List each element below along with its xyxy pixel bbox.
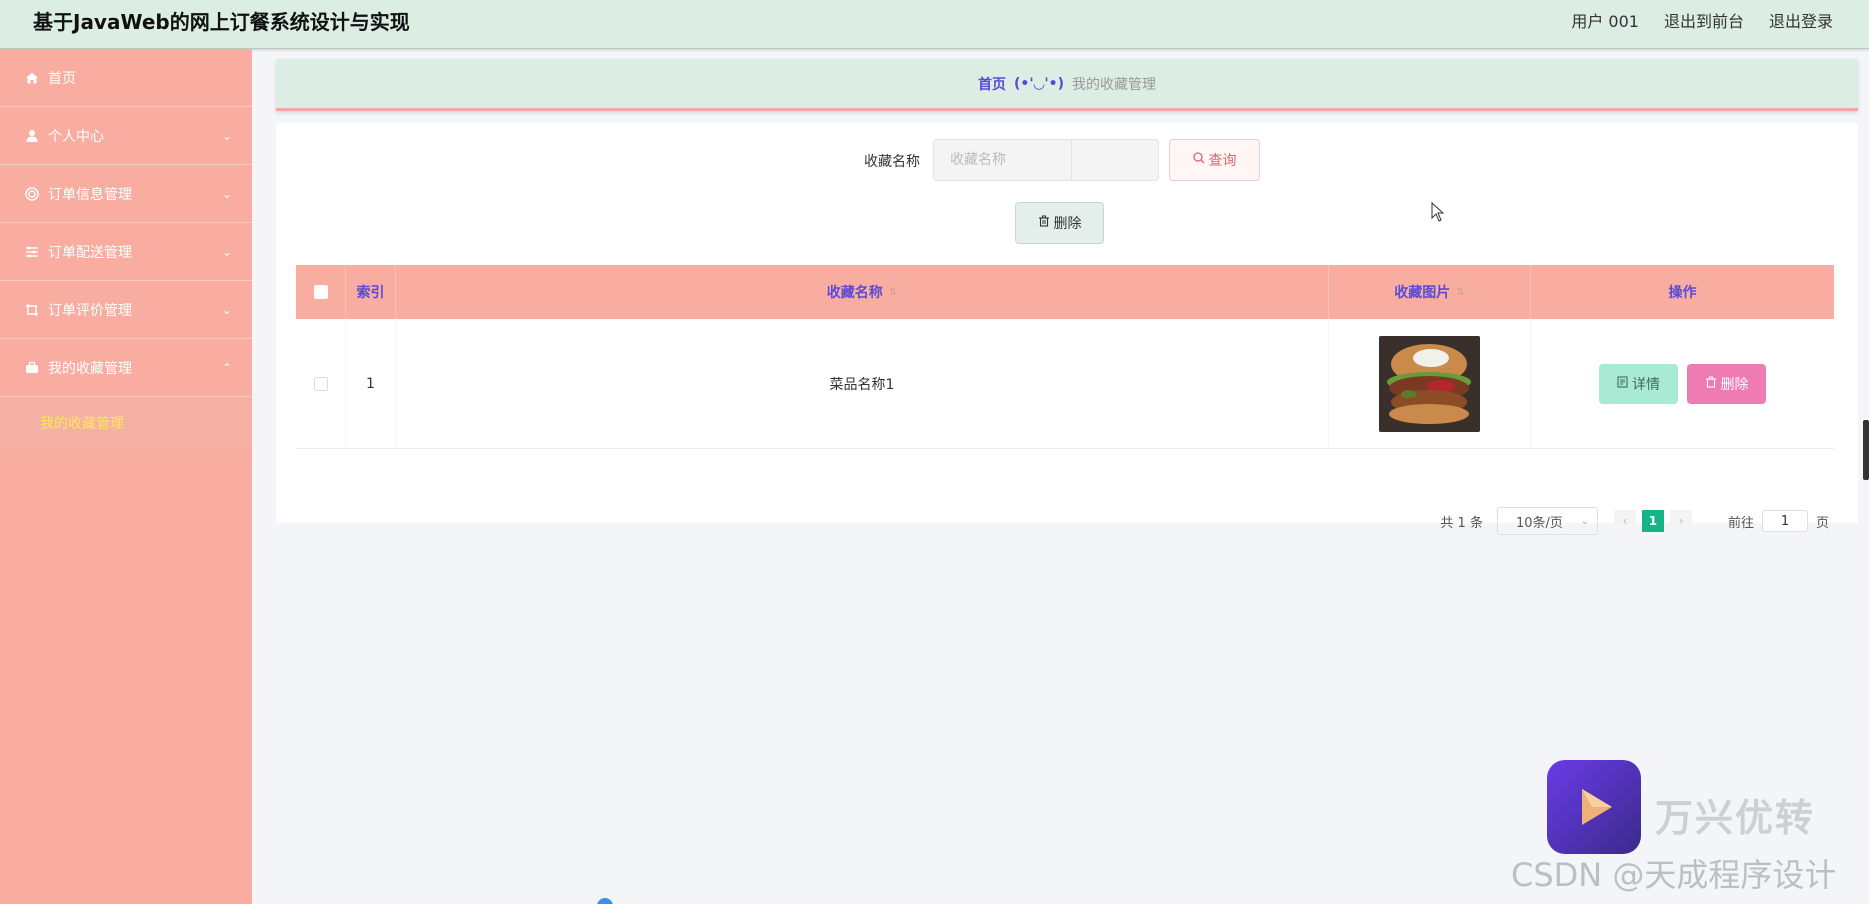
row-select-cell — [296, 319, 346, 448]
row-delete-button[interactable]: 删除 — [1687, 363, 1766, 404]
watermark-csdn: CSDN @天成程序设计 — [1511, 856, 1837, 894]
submenu-item-my-favorites[interactable]: 我的收藏管理 — [0, 397, 252, 449]
sidebar-item-label: 订单信息管理 — [48, 186, 132, 203]
sidebar-item-order-delivery[interactable]: 订单配送管理 ⌄ — [0, 223, 252, 281]
header-image[interactable]: 收藏图片 ⇅ — [1329, 265, 1531, 319]
sidebar-item-order-review[interactable]: 订单评价管理 ⌄ — [0, 281, 252, 339]
header-actions: 用户 001 退出到前台 退出登录 — [1571, 8, 1833, 32]
next-page-button[interactable]: › — [1669, 510, 1692, 532]
trash-icon — [1038, 215, 1050, 231]
sliders-icon — [24, 244, 40, 260]
chevron-down-icon: ⌄ — [221, 128, 232, 143]
trash-icon — [1705, 376, 1717, 392]
detail-button-label: 详情 — [1632, 376, 1660, 393]
sidebar-item-personal-center[interactable]: 个人中心 ⌄ — [0, 107, 252, 165]
content-panel: 收藏名称 查询 删除 索引 收藏名称 ⇅ 收藏图片 ⇅ 操作 — [276, 123, 1858, 523]
mouse-cursor-icon — [1431, 201, 1445, 226]
app-title: 基于JavaWeb的网上订餐系统设计与实现 — [33, 10, 410, 34]
header-index: 索引 — [346, 265, 396, 319]
chevron-down-icon: ⌄ — [221, 186, 232, 201]
header-name[interactable]: 收藏名称 ⇅ — [396, 265, 1329, 319]
home-icon — [24, 70, 40, 86]
row-delete-label: 删除 — [1720, 376, 1749, 393]
chevron-down-icon: ⌄ — [221, 302, 232, 317]
row-checkbox[interactable] — [313, 376, 328, 391]
crop-icon — [24, 302, 40, 318]
breadcrumb: 首页 (•'◡'•) 我的收藏管理 — [276, 59, 1858, 111]
sidebar: 首页 个人中心 ⌄ 订单信息管理 ⌄ 订单配送管理 ⌄ 订单评价管理 ⌄ 我的收… — [0, 49, 252, 904]
header-image-label: 收藏图片 — [1394, 285, 1451, 301]
row-image-cell — [1329, 319, 1531, 448]
row-index: 1 — [346, 319, 396, 448]
page-size-value: 10条/页 — [1515, 515, 1563, 531]
briefcase-icon — [24, 360, 40, 376]
sidebar-item-home[interactable]: 首页 — [0, 49, 252, 107]
top-header: 基于JavaWeb的网上订餐系统设计与实现 用户 001 退出到前台 退出登录 — [0, 0, 1869, 49]
pagination-total: 共 1 条 — [1440, 515, 1483, 531]
pagination: 共 1 条 10条/页 ⌄ ‹ 1 › 前往 页 — [1440, 507, 1829, 535]
burger-image — [1379, 335, 1480, 432]
breadcrumb-current: 我的收藏管理 — [1072, 76, 1157, 93]
user-icon — [24, 128, 40, 144]
logout-link[interactable]: 退出登录 — [1769, 8, 1833, 32]
chevron-down-icon: ⌄ — [221, 244, 232, 259]
table-header: 索引 收藏名称 ⇅ 收藏图片 ⇅ 操作 — [296, 265, 1834, 319]
detail-button[interactable]: 详情 — [1599, 363, 1678, 404]
watermark-brand: 万兴优转 — [1655, 796, 1816, 840]
sidebar-item-label: 我的收藏管理 — [48, 360, 132, 377]
goto-page-input[interactable] — [1761, 510, 1808, 532]
header-ops: 操作 — [1668, 285, 1697, 301]
search-bar: 收藏名称 查询 — [276, 139, 1858, 183]
chevron-up-icon: ⌃ — [221, 360, 232, 375]
sidebar-item-label: 订单配送管理 — [48, 244, 132, 261]
search-icon — [1192, 152, 1205, 168]
sort-icon[interactable]: ⇅ — [889, 287, 897, 298]
current-user: 用户 001 — [1571, 12, 1639, 31]
search-input[interactable] — [933, 139, 1159, 181]
favorites-table: 索引 收藏名称 ⇅ 收藏图片 ⇅ 操作 1 菜品名称1 详情 删除 — [296, 265, 1834, 449]
row-actions: 详情 删除 — [1531, 319, 1834, 448]
order-icon — [24, 186, 40, 202]
sort-icon[interactable]: ⇅ — [1456, 287, 1464, 298]
search-label: 收藏名称 — [864, 154, 920, 170]
sidebar-item-my-favorites[interactable]: 我的收藏管理 ⌃ — [0, 339, 252, 397]
chevron-down-icon: ⌄ — [1580, 515, 1589, 527]
exit-to-front-link[interactable]: 退出到前台 — [1664, 8, 1744, 32]
header-name-label: 收藏名称 — [826, 285, 883, 301]
watermark-logo — [1547, 760, 1641, 854]
select-all-checkbox[interactable] — [313, 285, 328, 299]
sidebar-item-label: 首页 — [48, 70, 76, 87]
prev-page-button[interactable]: ‹ — [1613, 510, 1636, 532]
breadcrumb-separator: (•'◡'•) — [1013, 75, 1065, 92]
breadcrumb-home[interactable]: 首页 — [978, 74, 1006, 94]
header-select-all[interactable] — [296, 265, 346, 319]
goto-label: 前往 — [1727, 515, 1754, 531]
page-size-select[interactable]: 10条/页 ⌄ — [1496, 507, 1598, 535]
sidebar-item-label: 订单评价管理 — [48, 302, 132, 319]
table-row: 1 菜品名称1 详情 删除 — [296, 319, 1834, 449]
batch-delete-label: 删除 — [1053, 216, 1082, 232]
sidebar-item-order-info[interactable]: 订单信息管理 ⌄ — [0, 165, 252, 223]
batch-delete-button[interactable]: 删除 — [1015, 202, 1104, 244]
search-button[interactable]: 查询 — [1169, 139, 1260, 181]
page-suffix: 页 — [1815, 515, 1829, 531]
row-name: 菜品名称1 — [396, 319, 1329, 448]
page-number[interactable]: 1 — [1641, 510, 1664, 532]
document-icon — [1617, 375, 1628, 392]
scrollbar[interactable] — [1863, 420, 1869, 480]
search-button-label: 查询 — [1208, 153, 1237, 169]
sidebar-item-label: 个人中心 — [48, 128, 104, 145]
